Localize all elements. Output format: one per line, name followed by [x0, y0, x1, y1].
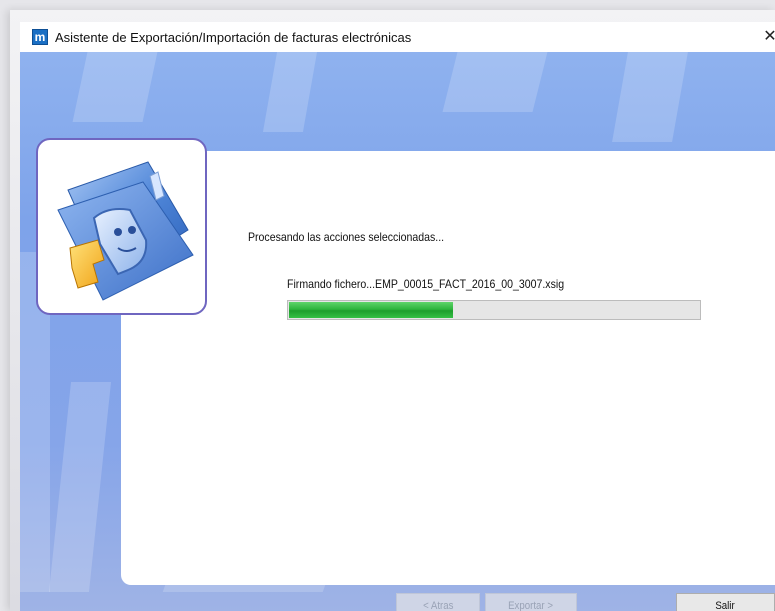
export-button[interactable]: Exportar >	[485, 593, 577, 611]
exit-button[interactable]: Salir	[676, 593, 775, 611]
back-button-label: < Atras	[422, 600, 454, 611]
export-button-label: Exportar >	[508, 600, 554, 611]
progress-bar	[287, 300, 701, 320]
background-stripe	[262, 52, 318, 132]
close-icon[interactable]: ✕	[763, 27, 775, 47]
progress-bar-fill	[289, 302, 453, 318]
window-title: Asistente de Exportación/Importación de …	[55, 29, 412, 45]
wizard-client-area: Procesando las acciones seleccionadas...…	[20, 52, 775, 611]
current-file-label: Firmando fichero...EMP_00015_FACT_2016_0…	[287, 277, 565, 291]
wizard-logo	[36, 138, 207, 315]
content-panel	[121, 151, 775, 585]
wizard-folder-icon	[57, 161, 194, 301]
app-icon: m	[32, 29, 48, 45]
wizard-window: m Asistente de Exportación/Importación d…	[20, 22, 775, 611]
background-stripe	[612, 52, 688, 142]
exit-button-label: Salir	[715, 600, 736, 611]
back-button[interactable]: < Atras	[396, 593, 480, 611]
processing-status-label: Procesando las acciones seleccionadas...	[248, 230, 445, 244]
background-stripe	[72, 52, 158, 122]
background-stripe	[442, 52, 548, 112]
title-bar: m Asistente de Exportación/Importación d…	[20, 22, 775, 52]
background-stripe	[48, 382, 112, 592]
